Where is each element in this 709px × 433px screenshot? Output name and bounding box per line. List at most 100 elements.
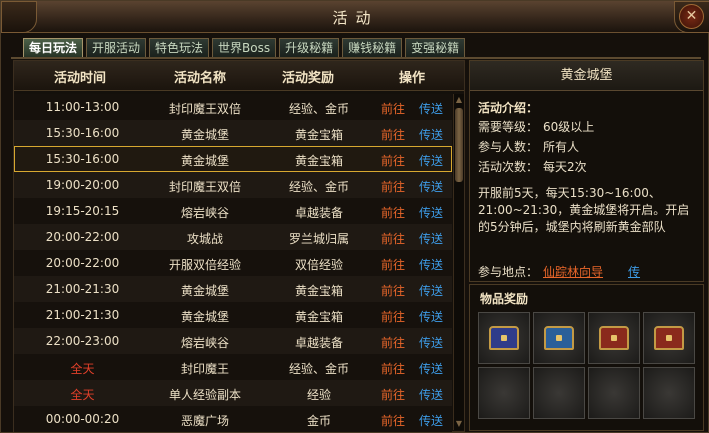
row-reward: 黄金宝箱 bbox=[294, 284, 343, 298]
table-row[interactable]: 20:00-22:00 攻城战 罗兰城归属 前往 传送 bbox=[14, 224, 452, 250]
go-link[interactable]: 前往 bbox=[381, 334, 405, 351]
teleport-link[interactable]: 传送 bbox=[419, 126, 443, 143]
teleport-link[interactable]: 传送 bbox=[419, 178, 443, 195]
activity-description: 开服前5天，每天15:30~16:00、21:00~21:30，黄金城堡将开启。… bbox=[478, 186, 690, 234]
teleport-link[interactable]: 传送 bbox=[419, 152, 443, 169]
row-time: 22:00-23:00 bbox=[45, 334, 120, 348]
row-time: 15:30-16:00 bbox=[45, 126, 120, 140]
row-reward: 卓越装备 bbox=[294, 336, 343, 350]
go-link[interactable]: 前往 bbox=[381, 256, 405, 273]
row-reward: 卓越装备 bbox=[294, 206, 343, 220]
go-link[interactable]: 前往 bbox=[381, 126, 405, 143]
tab-strength-guide[interactable]: 变强秘籍 bbox=[405, 38, 466, 58]
table-row[interactable]: 21:00-21:30 黄金城堡 黄金宝箱 前往 传送 bbox=[14, 302, 452, 328]
teleport-link[interactable]: 传送 bbox=[419, 412, 443, 429]
table-row[interactable]: 19:15-20:15 熔岩峡谷 卓越装备 前往 传送 bbox=[14, 198, 452, 224]
row-reward: 经验、金币 bbox=[288, 180, 349, 194]
go-link[interactable]: 前往 bbox=[381, 308, 405, 325]
go-link[interactable]: 前往 bbox=[381, 100, 405, 117]
table-row[interactable]: 22:00-23:00 熔岩峡谷 卓越装备 前往 传送 bbox=[14, 328, 452, 354]
scroll-down-icon[interactable]: ▼ bbox=[455, 420, 463, 428]
tab-server-open[interactable]: 开服活动 bbox=[86, 38, 147, 58]
table-row[interactable]: 11:00-13:00 封印魔王双倍 经验、金币 前往 传送 bbox=[14, 94, 452, 120]
tab-daily[interactable]: 每日玩法 bbox=[23, 38, 84, 58]
teleport-link[interactable]: 传送 bbox=[419, 256, 443, 273]
tab-features[interactable]: 特色玩法 bbox=[149, 38, 210, 58]
detail-title: 黄金城堡 bbox=[470, 61, 703, 91]
table-row[interactable]: 全天 封印魔王 经验、金币 前往 传送 bbox=[14, 354, 452, 380]
teleport-link[interactable]: 传送 bbox=[419, 360, 443, 377]
row-name: 黄金城堡 bbox=[180, 154, 229, 168]
teleport-link[interactable]: 传送 bbox=[419, 204, 443, 221]
row-name: 黄金城堡 bbox=[180, 128, 229, 142]
teleport-link[interactable]: 传送 bbox=[419, 308, 443, 325]
reward-slot[interactable] bbox=[643, 312, 695, 364]
table-row[interactable]: 全天 单人经验副本 经验 前往 传送 bbox=[14, 380, 452, 406]
table-row[interactable]: 21:00-21:30 黄金城堡 黄金宝箱 前往 传送 bbox=[14, 276, 452, 302]
row-reward: 双倍经验 bbox=[294, 258, 343, 272]
row-time: 21:00-21:30 bbox=[45, 308, 120, 322]
go-link[interactable]: 前往 bbox=[381, 178, 405, 195]
scroll-up-icon[interactable]: ▲ bbox=[455, 96, 463, 104]
reward-slot[interactable] bbox=[588, 312, 640, 364]
location-teleport-link[interactable]: 传 bbox=[628, 263, 640, 280]
scroll-thumb[interactable] bbox=[455, 108, 463, 182]
row-time: 00:00-00:20 bbox=[45, 412, 120, 426]
rewards-panel: 物品奖励 bbox=[469, 284, 704, 431]
table-row[interactable]: 15:30-16:00 黄金城堡 黄金宝箱 前往 传送 bbox=[14, 120, 452, 146]
reward-slot[interactable] bbox=[533, 367, 585, 419]
reward-grid bbox=[478, 312, 695, 419]
location-row: 参与地点： 仙踪林向导 传 bbox=[478, 265, 641, 279]
teleport-link[interactable]: 传送 bbox=[419, 230, 443, 247]
activity-list-panel: 活动时间 活动名称 活动奖励 操作 11:00-13:00 封印魔王双倍 经验、金币… bbox=[13, 60, 465, 432]
scrollbar[interactable]: ▲ ▼ bbox=[453, 94, 464, 430]
row-reward: 经验、金币 bbox=[288, 362, 349, 376]
row-name: 封印魔王 bbox=[180, 362, 229, 376]
reward-slot[interactable] bbox=[533, 312, 585, 364]
tab-money-guide[interactable]: 赚钱秘籍 bbox=[342, 38, 403, 58]
window-title: 活动 bbox=[332, 9, 379, 27]
table-row[interactable]: 15:30-16:00 黄金城堡 黄金宝箱 前往 传送 bbox=[14, 146, 452, 172]
table-row[interactable]: 19:00-20:00 封印魔王双倍 经验、金币 前往 传送 bbox=[14, 172, 452, 198]
row-time: 全天 bbox=[70, 388, 95, 402]
people-row: 参与人数： 所有人 bbox=[478, 140, 580, 154]
row-name: 攻城战 bbox=[186, 232, 223, 246]
row-name: 恶魔广场 bbox=[180, 414, 229, 428]
row-time: 19:00-20:00 bbox=[45, 178, 120, 192]
teleport-link[interactable]: 传送 bbox=[419, 100, 443, 117]
go-link[interactable]: 前往 bbox=[381, 204, 405, 221]
table-row[interactable]: 20:00-22:00 开服双倍经验 双倍经验 前往 传送 bbox=[14, 250, 452, 276]
go-link[interactable]: 前往 bbox=[381, 152, 405, 169]
tab-divider bbox=[11, 57, 701, 59]
row-name: 封印魔王双倍 bbox=[168, 180, 241, 194]
go-link[interactable]: 前往 bbox=[381, 360, 405, 377]
row-name: 黄金城堡 bbox=[180, 284, 229, 298]
teleport-link[interactable]: 传送 bbox=[419, 386, 443, 403]
chest-icon bbox=[489, 326, 519, 350]
header-action: 操作 bbox=[399, 71, 426, 86]
teleport-link[interactable]: 传送 bbox=[419, 334, 443, 351]
go-link[interactable]: 前往 bbox=[381, 282, 405, 299]
reward-slot[interactable] bbox=[643, 367, 695, 419]
row-name: 封印魔王双倍 bbox=[168, 102, 241, 116]
reward-slot[interactable] bbox=[478, 367, 530, 419]
table-row[interactable]: 00:00-00:20 恶魔广场 金币 前往 传送 bbox=[14, 406, 452, 432]
reward-slot[interactable] bbox=[588, 367, 640, 419]
chest-icon bbox=[599, 326, 629, 350]
go-link[interactable]: 前往 bbox=[381, 230, 405, 247]
location-link[interactable]: 仙踪林向导 bbox=[543, 263, 603, 280]
go-link[interactable]: 前往 bbox=[381, 412, 405, 429]
reward-slot[interactable] bbox=[478, 312, 530, 364]
row-time: 20:00-22:00 bbox=[45, 230, 120, 244]
teleport-link[interactable]: 传送 bbox=[419, 282, 443, 299]
close-icon[interactable]: ✕ bbox=[679, 4, 704, 29]
go-link[interactable]: 前往 bbox=[381, 386, 405, 403]
chest-icon bbox=[654, 326, 684, 350]
tab-world-boss[interactable]: 世界Boss bbox=[212, 38, 277, 58]
rewards-title: 物品奖励 bbox=[480, 292, 529, 306]
row-reward: 黄金宝箱 bbox=[294, 310, 343, 324]
tab-level-guide[interactable]: 升级秘籍 bbox=[279, 38, 340, 58]
row-name: 熔岩峡谷 bbox=[180, 206, 229, 220]
activity-window: 活动 ✕ 每日玩法 开服活动 特色玩法 世界Boss 升级秘籍 赚钱秘籍 变强秘… bbox=[0, 0, 709, 433]
row-time: 21:00-21:30 bbox=[45, 282, 120, 296]
